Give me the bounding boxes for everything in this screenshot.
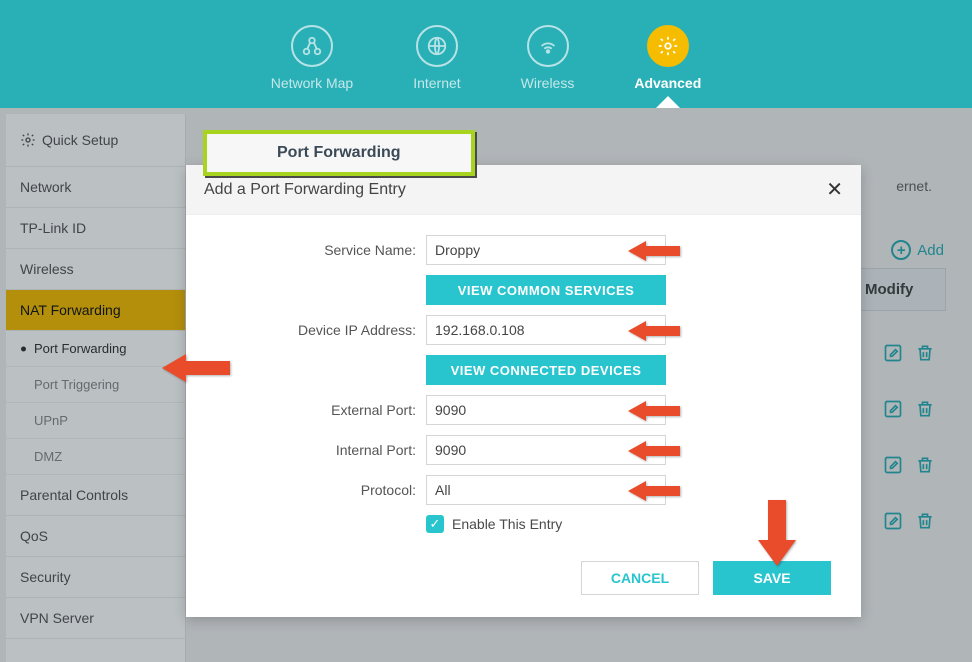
nav-wireless[interactable]: Wireless xyxy=(521,25,575,91)
globe-icon xyxy=(416,25,458,67)
modal-title: Add a Port Forwarding Entry xyxy=(204,181,406,199)
view-common-services-button[interactable]: VIEW COMMON SERVICES xyxy=(426,275,666,305)
label-service-name: Service Name: xyxy=(216,242,416,258)
save-button[interactable]: SAVE xyxy=(713,561,831,595)
close-icon[interactable]: ✕ xyxy=(826,177,843,202)
nav-label: Advanced xyxy=(634,75,701,91)
label-internal-port: Internal Port: xyxy=(216,442,416,458)
label-enable-entry: Enable This Entry xyxy=(452,516,562,532)
label-device-ip: Device IP Address: xyxy=(216,322,416,338)
protocol-value: All xyxy=(435,482,451,498)
select-protocol[interactable]: All xyxy=(426,475,666,505)
checkbox-enable-entry[interactable]: ✓ xyxy=(426,515,444,533)
nav-internet[interactable]: Internet xyxy=(413,25,460,91)
nav-network-map[interactable]: Network Map xyxy=(271,25,353,91)
view-connected-devices-button[interactable]: VIEW CONNECTED DEVICES xyxy=(426,355,666,385)
top-nav: Network Map Internet Wireless Advanced xyxy=(0,0,972,108)
wifi-icon xyxy=(527,25,569,67)
nav-advanced[interactable]: Advanced xyxy=(634,25,701,91)
nav-label: Wireless xyxy=(521,75,575,91)
input-external-port[interactable] xyxy=(426,395,666,425)
page-title-box: Port Forwarding xyxy=(203,130,475,176)
port-forwarding-modal: Add a Port Forwarding Entry ✕ Service Na… xyxy=(186,165,861,617)
nav-label: Network Map xyxy=(271,75,353,91)
input-internal-port[interactable] xyxy=(426,435,666,465)
input-service-name[interactable] xyxy=(426,235,666,265)
input-device-ip[interactable] xyxy=(426,315,666,345)
label-protocol: Protocol: xyxy=(216,482,416,498)
label-external-port: External Port: xyxy=(216,402,416,418)
gear-icon xyxy=(647,25,689,67)
cancel-button[interactable]: CANCEL xyxy=(581,561,699,595)
node-map-icon xyxy=(291,25,333,67)
nav-label: Internet xyxy=(413,75,460,91)
